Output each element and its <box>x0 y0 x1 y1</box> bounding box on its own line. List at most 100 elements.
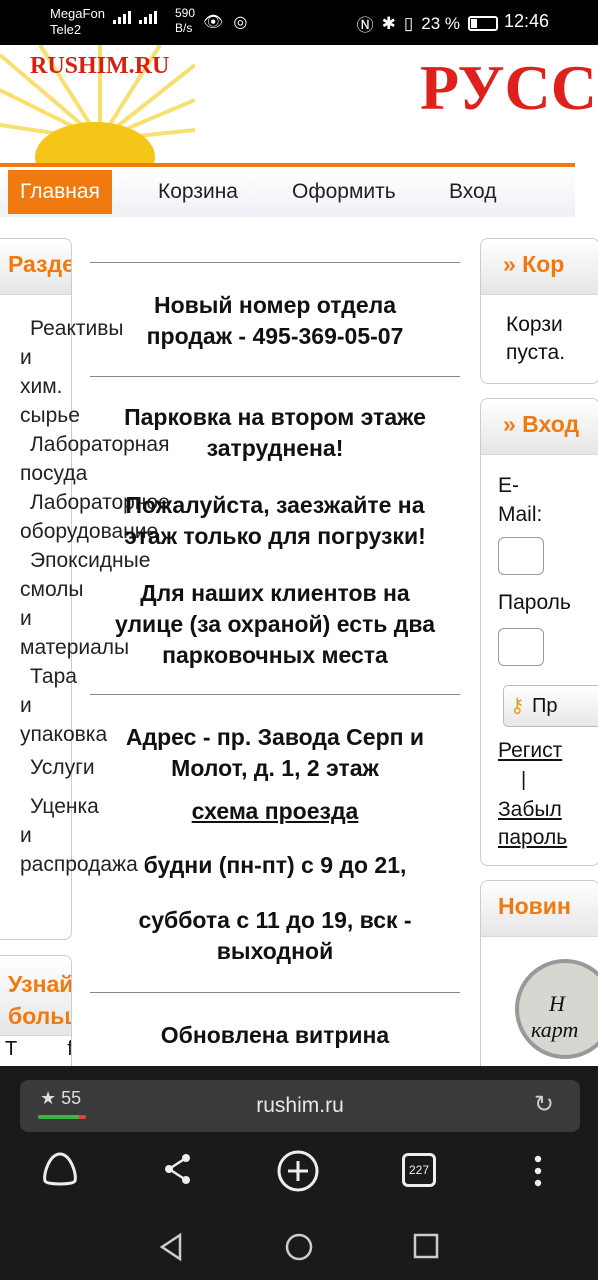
notification-icons: 👁 ◎ <box>203 12 247 32</box>
sections-title: Разделы <box>0 239 71 295</box>
learn-more-item[interactable]: Tf <box>0 1038 71 1061</box>
new-tab-icon[interactable] <box>276 1149 320 1193</box>
browser-toolbar: 227 <box>0 1146 598 1196</box>
learn-title-line: больше <box>8 1003 71 1029</box>
banner-title: РУССК <box>420 52 598 123</box>
system-status-icons: Ⓝ ✱ ▯ 23 % <box>357 11 498 36</box>
learn-item-letter: f <box>67 1038 71 1060</box>
parking-notice: Парковка на втором этаже затруднена! <box>90 402 460 464</box>
divider <box>90 376 460 377</box>
parking-spots-notice: Для наших клиентов на улице (за охраной)… <box>90 578 460 671</box>
alice-icon[interactable] <box>40 1151 80 1187</box>
tabs-count-button[interactable]: 227 <box>402 1153 436 1187</box>
signal-icons <box>113 11 157 24</box>
operator-labels: MegaFon Tele2 <box>50 6 105 38</box>
speed-value: 590 <box>175 6 196 20</box>
speed-unit: B/s <box>175 21 193 35</box>
notice-line: Пожалуйста, заезжайте на <box>125 492 425 518</box>
notice-line: парковочных места <box>162 642 388 668</box>
browser-bottom-bar: ★ 55 rushim.ru ↻ 227 <box>0 1066 598 1280</box>
notice-line: продаж - 495-369-05-07 <box>146 323 404 349</box>
operator-2: Tele2 <box>50 22 82 37</box>
link-separator: | <box>521 769 527 791</box>
battery-icon <box>468 16 498 31</box>
cart-text-line: пуста. <box>506 341 566 364</box>
parking-loading-notice: Пожалуйста, заезжайте на этаж только для… <box>90 490 460 552</box>
sync-icon: ◎ <box>233 14 248 31</box>
cart-panel: » Кор Корзи пуста. <box>480 238 598 384</box>
bluetooth-icon: ✱ <box>381 13 396 33</box>
forgot-line: пароль <box>498 826 568 849</box>
cart-title: » Кор <box>481 239 598 295</box>
notice-line: этаж только для погрузки! <box>124 523 426 549</box>
email-label: E- Mail: <box>498 471 542 529</box>
main-content: Новый номер отдела продаж - 495-369-05-0… <box>90 262 460 1051</box>
divider <box>90 262 460 263</box>
main-nav: Главная Корзина Оформить Вход <box>0 167 575 217</box>
nfc-icon: Ⓝ <box>356 16 374 35</box>
badge-line: Н <box>549 991 565 1016</box>
clock: 12:46 <box>503 11 549 31</box>
login-button[interactable]: ⚷ Пр <box>503 685 598 727</box>
network-speed: 590 B/s <box>175 6 195 36</box>
cart-text-line: Корзи <box>506 313 563 336</box>
phone-notice: Новый номер отдела продаж - 495-369-05-0… <box>90 290 460 352</box>
address-bar[interactable]: ★ 55 rushim.ru ↻ <box>20 1080 580 1132</box>
nav-checkout[interactable]: Оформить <box>280 170 408 214</box>
nav-home[interactable]: Главная <box>8 170 112 214</box>
vibrate-icon: ▯ <box>403 13 414 33</box>
battery-percent: 23 % <box>421 13 460 33</box>
signal-icon <box>113 11 131 24</box>
notice-line: улице (за охраной) есть два <box>114 611 436 637</box>
hours-line: выходной <box>216 938 334 964</box>
url-text[interactable]: rushim.ru <box>20 1094 580 1118</box>
home-icon[interactable] <box>285 1233 313 1261</box>
cart-empty-text: Корзи пуста. <box>481 295 598 367</box>
back-icon[interactable] <box>158 1232 184 1262</box>
forgot-password-link[interactable]: Забыл пароль <box>498 796 567 852</box>
news-title: Новин <box>481 881 598 937</box>
email-label-line: Mail: <box>498 503 543 526</box>
key-icon: ⚷ <box>510 695 525 717</box>
operator-1: MegaFon <box>50 6 105 21</box>
signal-icon-2 <box>139 11 157 24</box>
email-field[interactable] <box>498 537 544 575</box>
system-nav-bar <box>0 1216 598 1280</box>
notice-line: Для наших клиентов на <box>140 580 410 606</box>
nav-cart[interactable]: Корзина <box>146 170 250 214</box>
register-link[interactable]: Регист <box>498 739 562 763</box>
site-logo[interactable]: RUSHIM.RU <box>30 53 169 80</box>
login-button-label: Пр <box>532 695 558 717</box>
address-line: Адрес - пр. Завода Серп и <box>125 724 425 750</box>
recents-icon[interactable] <box>413 1233 439 1259</box>
learn-item-letter: T <box>5 1038 18 1060</box>
nav-login[interactable]: Вход <box>437 170 509 214</box>
weekday-hours: будни (пн-пт) с 9 до 21, <box>143 852 407 878</box>
forgot-line: Забыл <box>498 798 562 821</box>
learn-more-title: Узнайте больше <box>0 956 71 1036</box>
email-label-line: E- <box>498 474 519 497</box>
showcase-title: Обновлена витрина <box>160 1022 390 1048</box>
notice-line: Парковка на втором этаже <box>124 404 426 430</box>
password-field[interactable] <box>498 628 544 666</box>
password-label: Пароль <box>498 591 571 614</box>
news-badge[interactable]: Н карт <box>515 959 598 1059</box>
more-menu-icon[interactable] <box>532 1154 544 1188</box>
login-title: » Вход <box>481 399 598 455</box>
badge-line: карт <box>531 1017 579 1042</box>
learn-title-line: Узнайте <box>8 971 72 997</box>
hours-line: суббота с 11 до 19, вск - <box>138 907 412 933</box>
login-panel: » Вход E- Mail: Пароль ⚷ Пр Регист | Заб… <box>480 398 598 866</box>
weekend-hours: суббота с 11 до 19, вск - выходной <box>90 905 460 967</box>
eye-icon: 👁 <box>203 14 224 31</box>
share-icon[interactable] <box>162 1152 194 1186</box>
notice-line: затруднена! <box>206 435 344 461</box>
address-line: Молот, д. 1, 2 этаж <box>171 755 379 781</box>
divider <box>90 694 460 695</box>
reload-icon[interactable]: ↻ <box>534 1090 554 1119</box>
map-link[interactable]: схема проезда <box>90 796 460 827</box>
address: Адрес - пр. Завода Серп и Молот, д. 1, 2… <box>90 722 460 784</box>
status-bar: MegaFon Tele2 590 B/s 👁 ◎ Ⓝ ✱ ▯ 23 % 12:… <box>0 0 598 45</box>
site-header: RUSHIM.RU РУССК <box>0 45 598 165</box>
news-panel: Новин Н карт <box>480 880 598 1090</box>
